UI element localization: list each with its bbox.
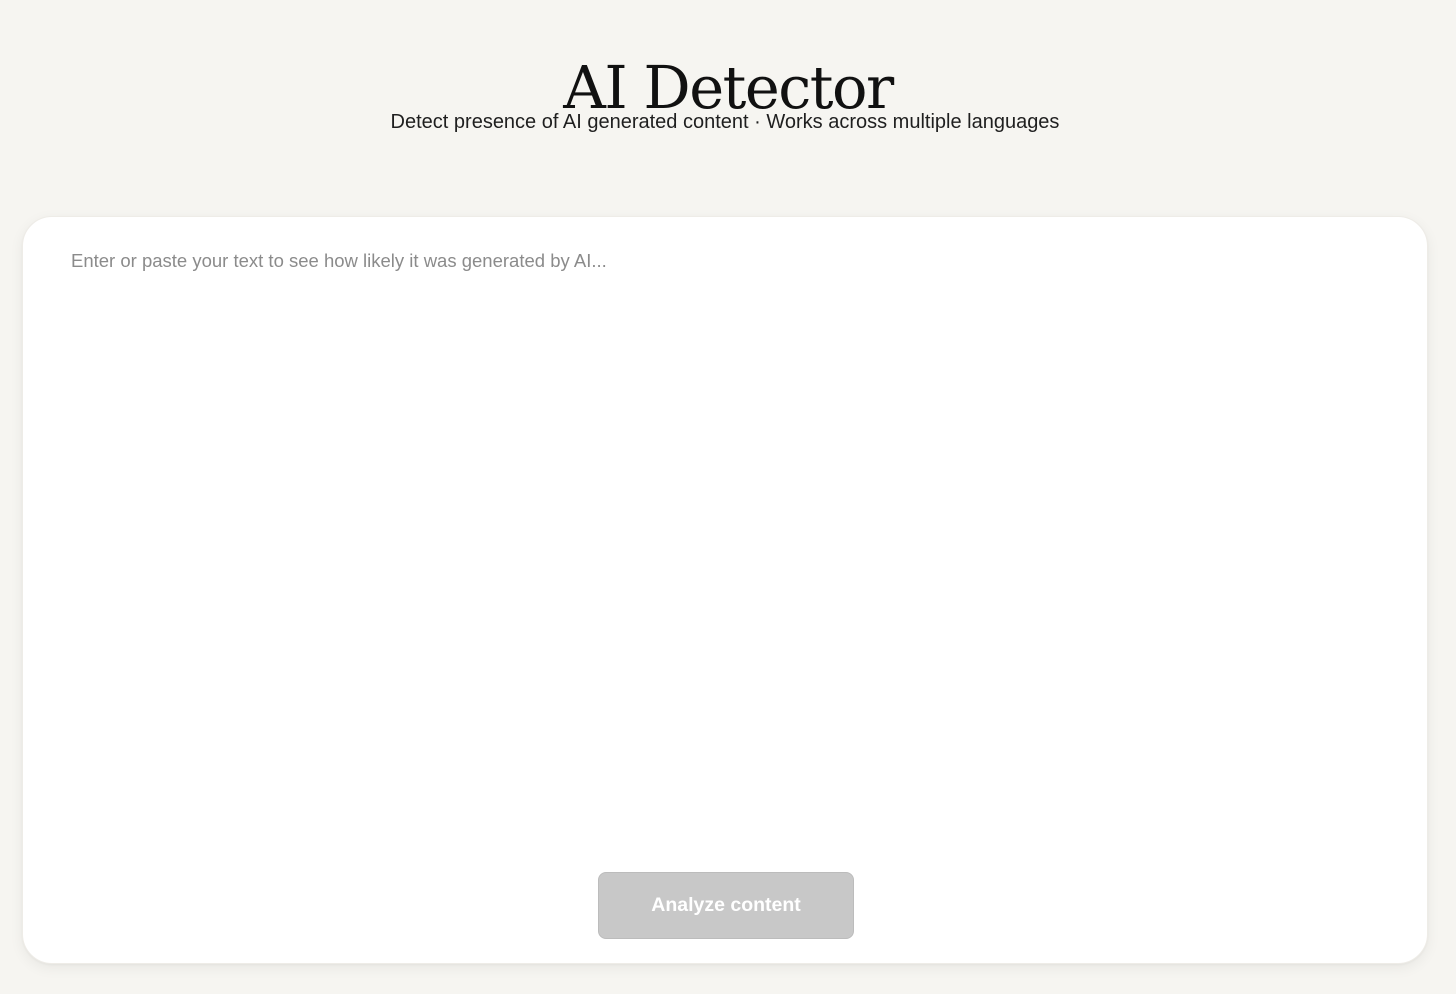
analyze-content-button[interactable]: Analyze content — [598, 872, 854, 939]
page-subtitle: Detect presence of AI generated content … — [390, 111, 1060, 133]
text-input[interactable] — [71, 247, 1381, 837]
detector-card: Analyze content — [22, 216, 1428, 964]
